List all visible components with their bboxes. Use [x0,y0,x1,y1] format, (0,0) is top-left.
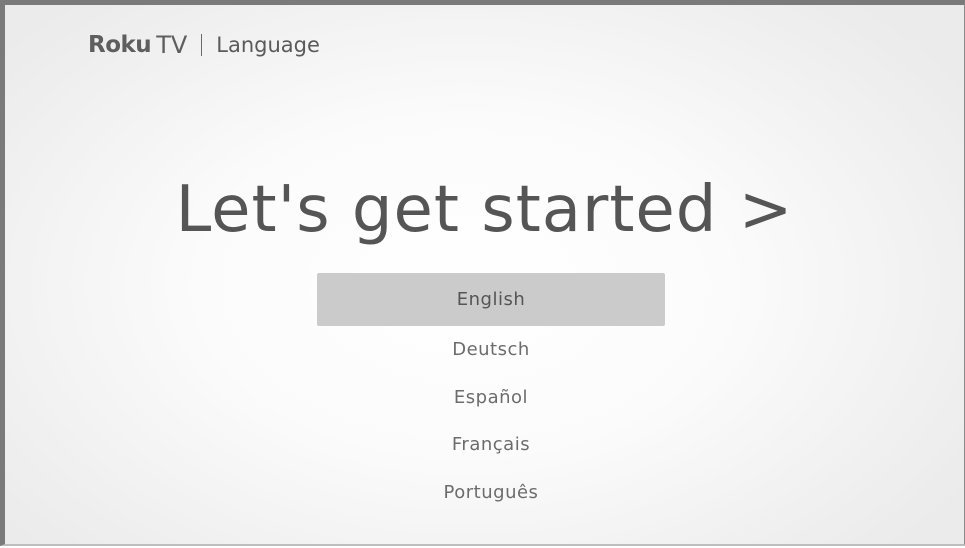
header-divider [201,34,203,56]
language-option-english[interactable]: English [317,273,665,326]
language-option-portugues[interactable]: Português [317,469,665,517]
language-option-espanol[interactable]: Español [317,374,665,422]
roku-logo: Roku [88,32,152,58]
page-title: Let's get started > [175,173,794,247]
header: Roku TV Language [88,27,320,63]
section-title: Language [216,33,320,57]
language-option-francais[interactable]: Français [317,421,665,469]
roku-logo-tv: TV [156,31,188,59]
language-list: English Deutsch Español Français Portugu… [317,273,665,516]
language-option-deutsch[interactable]: Deutsch [317,326,665,374]
tv-screen: Roku TV Language Let's get started > Eng… [0,0,965,546]
